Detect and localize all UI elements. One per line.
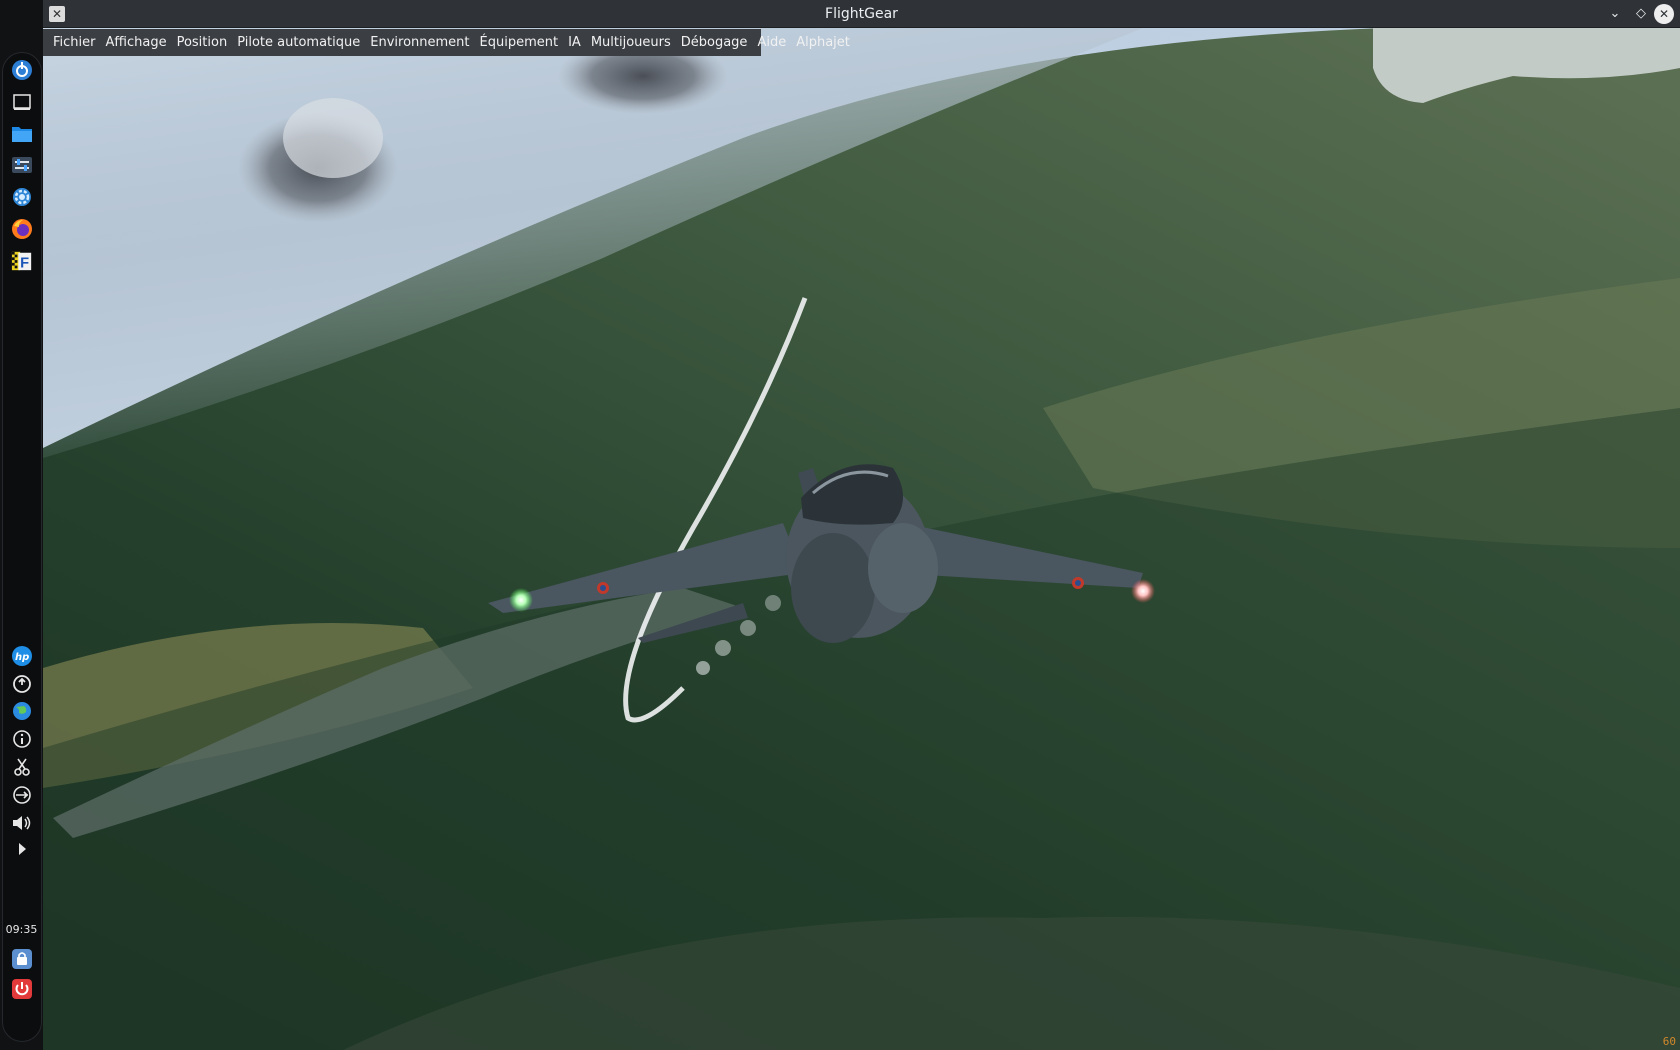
minimize-icon[interactable]: ⌄ xyxy=(1605,4,1625,24)
updates-icon[interactable] xyxy=(11,673,33,695)
flight-3d-viewport[interactable]: 60 xyxy=(43,28,1680,1050)
left-panel-dock: F hp 09:35 xyxy=(0,0,43,1050)
menu-environnement[interactable]: Environnement xyxy=(365,29,474,56)
menu-fichier[interactable]: Fichier xyxy=(48,29,101,56)
clock[interactable]: 09:35 xyxy=(0,923,43,936)
launcher-icon[interactable] xyxy=(11,59,33,81)
settings-sliders-icon[interactable] xyxy=(11,154,33,176)
svg-text:hp: hp xyxy=(15,652,29,663)
menu-debogage[interactable]: Débogage xyxy=(676,29,753,56)
scene-render xyxy=(43,28,1680,1050)
menu-aide[interactable]: Aide xyxy=(752,29,791,56)
menubar: Fichier Affichage Position Pilote automa… xyxy=(43,29,850,56)
firefox-icon[interactable] xyxy=(11,218,33,240)
fps-counter: 60 xyxy=(1662,1035,1676,1048)
menu-multijoueurs[interactable]: Multijoueurs xyxy=(586,29,676,56)
network-globe-icon[interactable] xyxy=(11,700,33,722)
window-title: FlightGear xyxy=(825,6,898,22)
gear-icon[interactable] xyxy=(11,186,33,208)
close-icon[interactable]: ✕ xyxy=(1654,4,1674,24)
menu-equipement[interactable]: Équipement xyxy=(475,29,564,56)
lock-screen-icon[interactable] xyxy=(11,948,33,970)
menu-alphajet[interactable]: Alphajet xyxy=(791,29,855,56)
svg-text:F: F xyxy=(20,255,29,271)
file-manager-icon[interactable] xyxy=(11,123,33,145)
menu-ia[interactable]: IA xyxy=(563,29,586,56)
flightgear-icon[interactable]: F xyxy=(11,250,33,272)
expand-arrow-icon[interactable] xyxy=(11,838,33,860)
menu-affichage[interactable]: Affichage xyxy=(101,29,172,56)
scissors-icon[interactable] xyxy=(11,756,33,778)
power-icon[interactable] xyxy=(11,978,33,1000)
volume-icon[interactable] xyxy=(11,812,33,834)
maximize-icon[interactable]: ◇ xyxy=(1631,4,1651,24)
info-icon[interactable] xyxy=(11,728,33,750)
desktop-icon[interactable] xyxy=(11,91,33,113)
menu-pilote-automatique[interactable]: Pilote automatique xyxy=(232,29,365,56)
usb-icon[interactable] xyxy=(11,784,33,806)
menu-position[interactable]: Position xyxy=(172,29,233,56)
hp-icon[interactable]: hp xyxy=(11,645,33,667)
window-titlebar[interactable]: ✕ FlightGear ⌄ ◇ ✕ xyxy=(43,0,1680,28)
